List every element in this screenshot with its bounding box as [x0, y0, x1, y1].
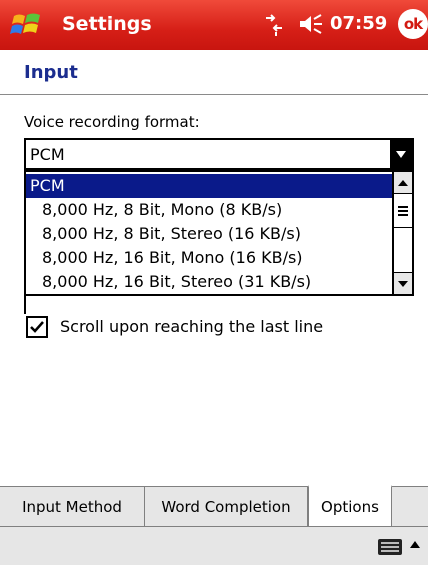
dropdown-option[interactable]: 8,000 Hz, 16 Bit, Stereo (31 KB/s) — [26, 270, 392, 294]
dropdown-option[interactable]: PCM — [26, 174, 392, 198]
scroll-up-icon[interactable] — [394, 172, 412, 194]
voice-format-dropdown[interactable]: PCM — [24, 138, 414, 170]
windows-flag-icon[interactable] — [10, 10, 44, 40]
scroll-thumb[interactable] — [394, 194, 412, 228]
tab-bar: Input Method Word Completion Options — [0, 485, 428, 527]
tab-word-completion[interactable]: Word Completion — [145, 487, 308, 527]
voice-format-label: Voice recording format: — [24, 113, 200, 131]
page-title: Input — [24, 62, 78, 83]
ok-button[interactable]: ok — [398, 9, 428, 39]
dropdown-option[interactable]: 8,000 Hz, 8 Bit, Mono (8 KB/s) — [26, 198, 392, 222]
scroll-last-line-label[interactable]: Scroll upon reaching the last line — [60, 316, 323, 338]
menu-bar — [0, 526, 428, 565]
scroll-last-line-checkbox[interactable] — [26, 316, 48, 338]
scroll-down-icon[interactable] — [394, 272, 412, 294]
title-bar: Settings 07:59 ok — [0, 0, 428, 50]
tab-options[interactable]: Options — [308, 485, 392, 527]
connectivity-arrows-icon[interactable] — [262, 10, 286, 38]
up-arrow-icon[interactable] — [410, 541, 420, 548]
speaker-icon[interactable] — [298, 13, 326, 35]
window-title[interactable]: Settings — [62, 12, 152, 36]
dropdown-option[interactable]: 8,000 Hz, 8 Bit, Stereo (16 KB/s) — [26, 222, 392, 246]
clock[interactable]: 07:59 — [330, 12, 387, 36]
chevron-down-icon[interactable] — [390, 140, 412, 168]
dropdown-selected-value: PCM — [30, 145, 65, 164]
list-scrollbar[interactable] — [392, 172, 412, 294]
tab-input-method[interactable]: Input Method — [0, 487, 145, 527]
checkmark-icon — [30, 321, 44, 333]
dropdown-option[interactable]: 8,000 Hz, 16 Bit, Mono (16 KB/s) — [26, 246, 392, 270]
hidden-control-edge — [24, 296, 26, 314]
keyboard-icon[interactable] — [378, 539, 402, 555]
voice-format-options-list[interactable]: PCM 8,000 Hz, 8 Bit, Mono (8 KB/s) 8,000… — [24, 170, 414, 296]
page-header: Input — [0, 50, 428, 95]
